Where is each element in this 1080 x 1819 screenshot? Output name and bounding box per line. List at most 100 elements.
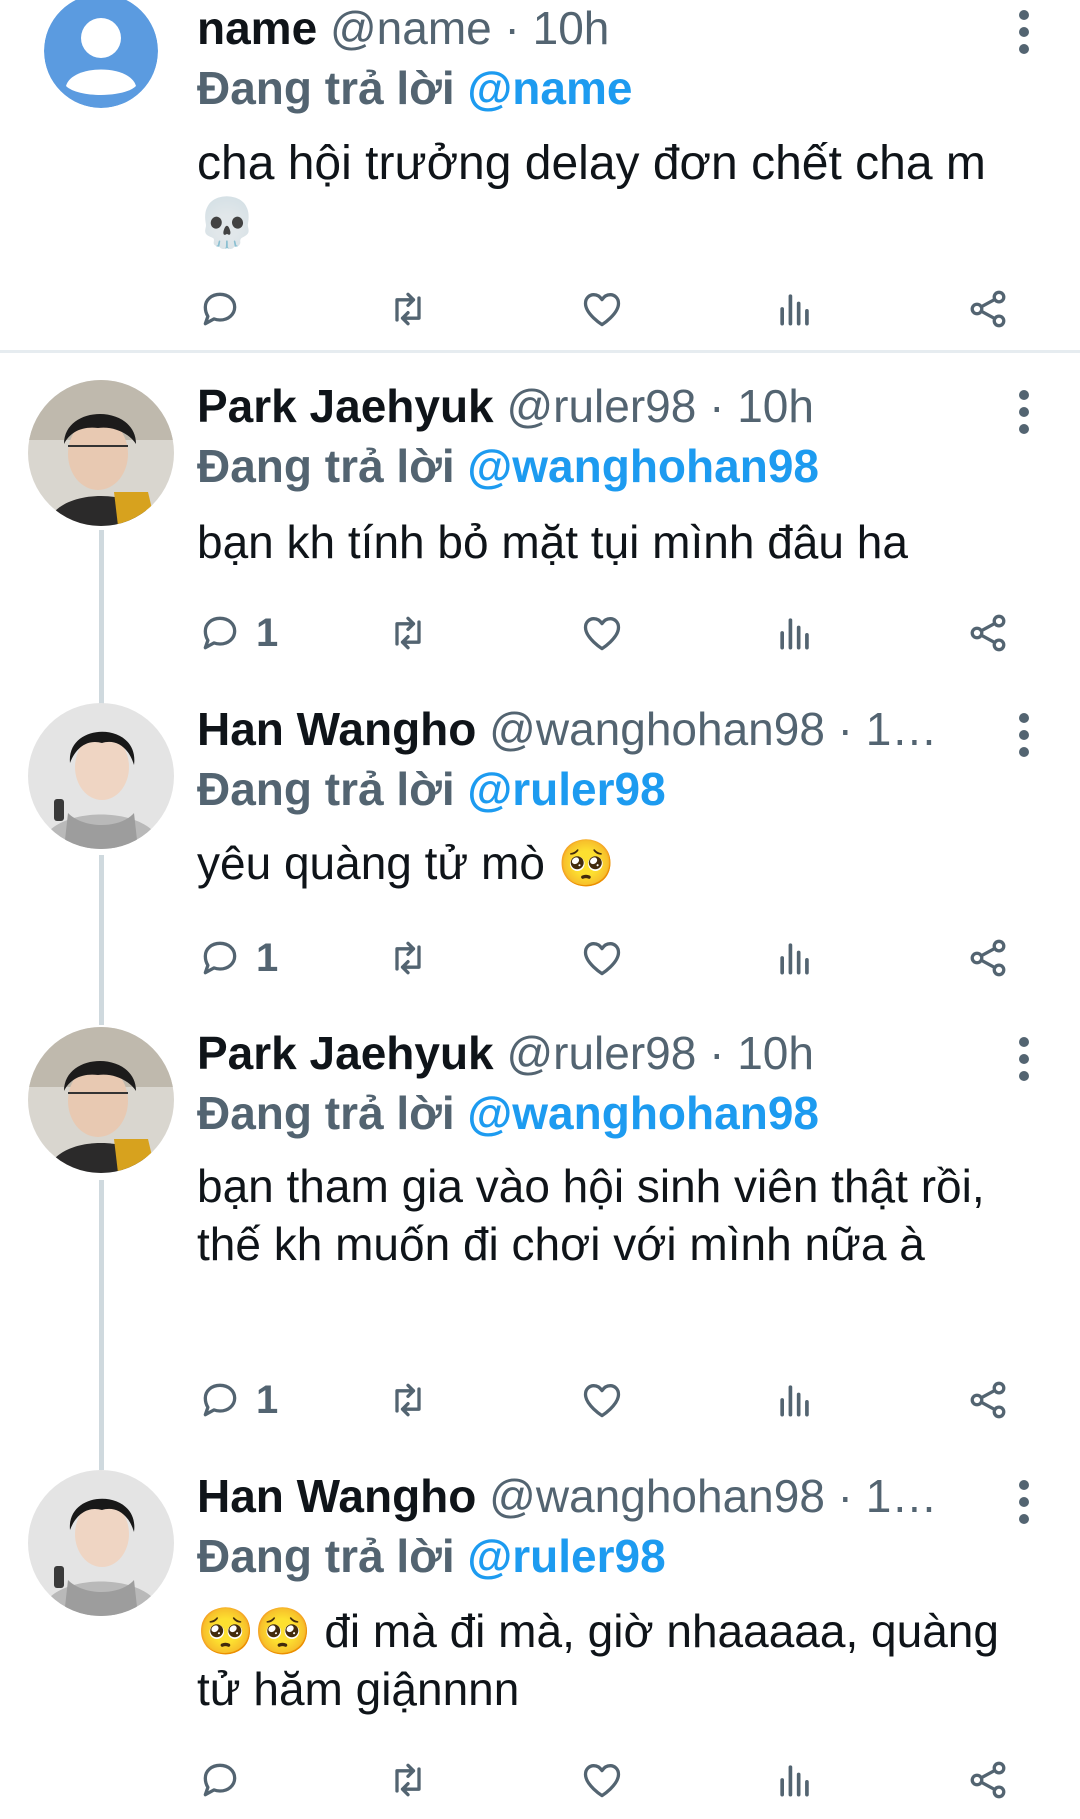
reply-icon: [203, 616, 237, 650]
user-handle[interactable]: @ruler98: [506, 380, 696, 432]
share-icon: [970, 939, 1006, 977]
share-icon: [970, 1761, 1006, 1799]
views-button[interactable]: [773, 1755, 817, 1805]
share-button[interactable]: [966, 1375, 1010, 1425]
share-button[interactable]: [966, 933, 1010, 983]
tweet[interactable]: Park Jaehyuk @ruler98 · 10h Đang trả lời…: [0, 380, 1080, 700]
like-button[interactable]: [580, 933, 624, 983]
replying-prefix: Đang trả lời: [197, 440, 468, 492]
views-button[interactable]: [773, 1375, 817, 1425]
reply-button[interactable]: [198, 1755, 256, 1805]
like-button[interactable]: [580, 1375, 624, 1425]
views-icon: [780, 618, 809, 650]
reply-count: 1: [256, 935, 279, 980]
more-icon[interactable]: [1012, 1480, 1036, 1526]
tweet-text: bạn kh tính bỏ mặt tụi mình đâu ha: [197, 516, 908, 568]
more-icon[interactable]: [1012, 390, 1036, 436]
tweet[interactable]: Han Wangho @wanghohan98 · 1… Đang trả lờ…: [0, 1470, 1080, 1819]
tweet[interactable]: Park Jaehyuk @ruler98 · 10h Đang trả lời…: [0, 1027, 1080, 1467]
more-icon[interactable]: [1012, 10, 1036, 56]
action-bar: [0, 1755, 1080, 1805]
tweet-header: name @name · 10h: [197, 0, 990, 58]
reply-button[interactable]: [198, 284, 256, 334]
views-icon: [780, 1765, 809, 1797]
display-name[interactable]: Han Wangho: [197, 703, 476, 755]
avatar[interactable]: [28, 1470, 174, 1616]
display-name[interactable]: Park Jaehyuk: [197, 1027, 494, 1079]
avatar[interactable]: [28, 1027, 174, 1173]
tweet[interactable]: Han Wangho @wanghohan98 · 1… Đang trả lờ…: [0, 703, 1080, 1023]
retweet-button[interactable]: [386, 608, 430, 658]
like-icon: [583, 942, 621, 976]
action-bar: 1: [0, 1375, 1080, 1425]
avatar[interactable]: [28, 380, 174, 526]
share-button[interactable]: [966, 284, 1010, 334]
display-name[interactable]: Park Jaehyuk: [197, 380, 494, 432]
reply-icon: [203, 941, 237, 975]
share-button[interactable]: [966, 608, 1010, 658]
profile-photo: [28, 703, 174, 849]
avatar[interactable]: [28, 703, 174, 849]
tweet-header: Park Jaehyuk @ruler98 · 10h: [197, 1023, 990, 1083]
replying-prefix: Đang trả lời: [197, 1530, 468, 1582]
timestamp[interactable]: 10h: [737, 380, 814, 432]
divider: [0, 350, 1080, 353]
retweet-icon: [395, 292, 421, 326]
replying-to: Đang trả lời @name: [197, 58, 632, 118]
timestamp[interactable]: 1…: [866, 703, 938, 755]
views-button[interactable]: [773, 608, 817, 658]
like-button[interactable]: [580, 1755, 624, 1805]
avatar[interactable]: [44, 0, 158, 108]
replying-to: Đang trả lời @ruler98: [197, 1526, 666, 1586]
retweet-button[interactable]: [386, 1375, 430, 1425]
tweet-text: bạn tham gia vào hội sinh viên thật rồi,…: [197, 1160, 985, 1270]
reply-icon: [203, 292, 237, 326]
separator-dot: ·: [824, 1470, 866, 1522]
retweet-icon: [395, 1763, 421, 1797]
views-button[interactable]: [773, 284, 817, 334]
display-name[interactable]: name: [197, 2, 317, 54]
retweet-button[interactable]: [386, 284, 430, 334]
timestamp[interactable]: 1…: [866, 1470, 938, 1522]
views-button[interactable]: [773, 933, 817, 983]
user-handle[interactable]: @wanghohan98: [489, 703, 825, 755]
like-button[interactable]: [580, 608, 624, 658]
like-button[interactable]: [580, 284, 624, 334]
retweet-button[interactable]: [386, 1755, 430, 1805]
share-icon: [970, 1381, 1006, 1419]
like-icon: [583, 293, 621, 327]
mention-link[interactable]: @wanghohan98: [467, 1087, 819, 1139]
action-bar: 1: [0, 933, 1080, 983]
timestamp[interactable]: 10h: [737, 1027, 814, 1079]
mention-link[interactable]: @name: [467, 62, 632, 114]
like-icon: [583, 617, 621, 651]
tweet[interactable]: name @name · 10h Đang trả lời @name cha …: [0, 0, 1080, 350]
tweet-text: 🥺🥺 đi mà đi mà, giờ nhaaaaa, quàng tử hă…: [197, 1605, 999, 1715]
default-avatar-icon: [44, 0, 158, 108]
more-icon[interactable]: [1012, 713, 1036, 759]
action-bar: [0, 284, 1080, 334]
views-icon: [780, 294, 809, 326]
retweet-icon: [395, 941, 421, 975]
more-icon[interactable]: [1012, 1037, 1036, 1083]
mention-link[interactable]: @ruler98: [467, 763, 665, 815]
user-handle[interactable]: @ruler98: [506, 1027, 696, 1079]
share-button[interactable]: [966, 1755, 1010, 1805]
separator-dot: ·: [491, 2, 533, 54]
replying-prefix: Đang trả lời: [197, 763, 468, 815]
separator-dot: ·: [824, 703, 866, 755]
user-handle[interactable]: @wanghohan98: [489, 1470, 825, 1522]
mention-link[interactable]: @wanghohan98: [467, 440, 819, 492]
timestamp[interactable]: 10h: [533, 2, 610, 54]
mention-link[interactable]: @ruler98: [467, 1530, 665, 1582]
reply-button[interactable]: 1: [198, 608, 278, 658]
replying-to: Đang trả lời @wanghohan98: [197, 1083, 819, 1143]
reply-button[interactable]: 1: [198, 1375, 278, 1425]
user-handle[interactable]: @name: [330, 2, 492, 54]
display-name[interactable]: Han Wangho: [197, 1470, 476, 1522]
retweet-icon: [395, 1383, 421, 1417]
action-bar: 1: [0, 608, 1080, 658]
profile-photo: [28, 1470, 174, 1616]
reply-button[interactable]: 1: [198, 933, 278, 983]
retweet-button[interactable]: [386, 933, 430, 983]
